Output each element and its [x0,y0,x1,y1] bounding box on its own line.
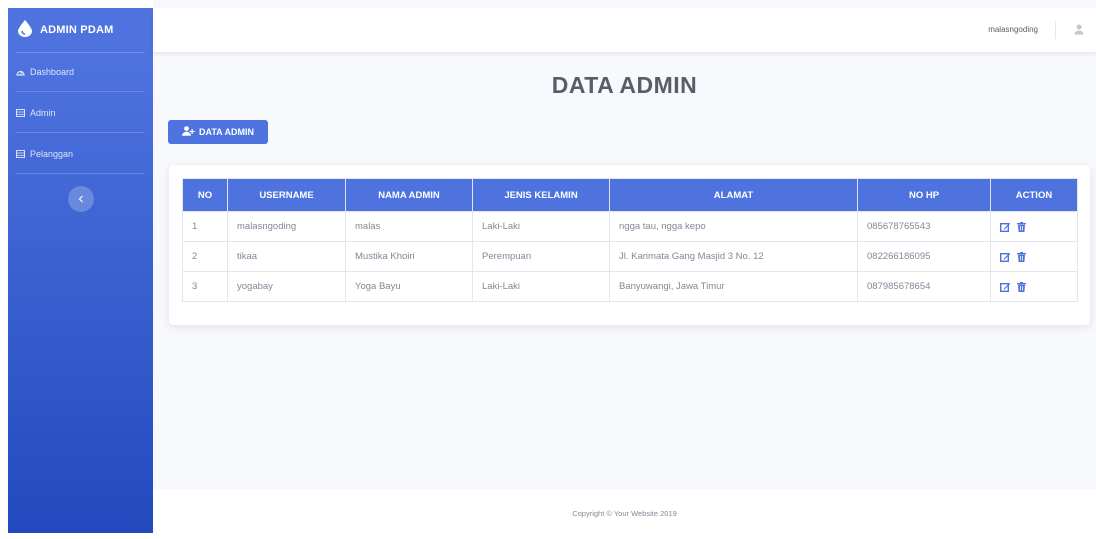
edit-icon[interactable] [1000,252,1011,262]
chevron-left-icon [78,190,84,208]
add-admin-button[interactable]: DATA ADMIN [168,120,268,144]
table-icon [16,150,25,158]
cell-alamat: ngga tau, ngga kepo [609,211,858,242]
sidebar-divider [16,173,145,174]
table-row: 2 tikaa Mustika Khoiri Perempuan Jl. Kar… [182,241,1078,272]
cell-username: tikaa [227,241,346,272]
table-icon [16,109,25,117]
cell-alamat: Banyuwangi, Jawa Timur [609,271,858,302]
sidebar: ADMIN PDAM Dashboard Admin Pelanggan [8,8,153,533]
topbar-username[interactable]: malasngoding [988,8,1038,52]
cell-nama-admin: Yoga Bayu [345,271,473,302]
cell-action [990,241,1078,272]
admin-table-card: NO USERNAME NAMA ADMIN JENIS KELAMIN ALA… [169,165,1090,325]
sidebar-item-dashboard[interactable]: Dashboard [8,53,153,91]
table-row: 3 yogabay Yoga Bayu Laki-Laki Banyuwangi… [182,271,1078,302]
topbar: malasngoding [153,8,1096,52]
trash-icon[interactable] [1017,281,1026,292]
header-no: NO [182,178,228,212]
cell-username: malasngoding [227,211,346,242]
sidebar-item-admin[interactable]: Admin [8,94,153,132]
sidebar-divider [16,132,145,133]
trash-icon[interactable] [1017,251,1026,262]
cell-action [990,271,1078,302]
sidebar-toggle-button[interactable] [67,186,94,212]
footer: Copyright © Your Website 2019 [153,489,1096,533]
user-icon[interactable] [1074,22,1084,40]
trash-icon[interactable] [1017,221,1026,232]
cell-username: yogabay [227,271,346,302]
header-alamat: ALAMAT [609,178,858,212]
cell-jenis-kelamin: Perempuan [472,241,610,272]
edit-icon[interactable] [1000,282,1011,292]
row-actions [1000,281,1068,292]
topbar-divider [1055,21,1056,39]
cell-no-hp: 087985678654 [857,271,991,302]
main-content: malasngoding DATA ADMIN DATA ADMIN NO US… [153,0,1096,533]
sidebar-brand[interactable]: ADMIN PDAM [8,8,153,52]
add-admin-label: DATA ADMIN [199,127,254,137]
cell-action [990,211,1078,242]
dashboard-icon [16,68,25,76]
sidebar-divider [16,91,145,92]
row-actions [1000,251,1068,262]
cell-no: 2 [182,241,228,272]
sidebar-item-label: Pelanggan [30,149,74,159]
sidebar-item-label: Admin [30,108,56,118]
cell-no-hp: 082266186095 [857,241,991,272]
admin-table: NO USERNAME NAMA ADMIN JENIS KELAMIN ALA… [182,178,1078,302]
footer-copyright: Copyright © Your Website 2019 [572,509,677,518]
cell-jenis-kelamin: Laki-Laki [472,271,610,302]
cell-no: 3 [182,271,228,302]
brand-name: ADMIN PDAM [40,24,114,36]
edit-icon[interactable] [1000,222,1011,232]
cell-alamat: Jl. Karimata Gang Masjid 3 No. 12 [609,241,858,272]
header-jenis-kelamin: JENIS KELAMIN [472,178,610,212]
sidebar-item-pelanggan[interactable]: Pelanggan [8,135,153,173]
cell-no: 1 [182,211,228,242]
sidebar-item-label: Dashboard [30,67,75,77]
cell-no-hp: 085678765543 [857,211,991,242]
row-actions [1000,221,1068,232]
user-plus-icon [182,126,195,138]
header-no-hp: NO HP [857,178,991,212]
header-nama-admin: NAMA ADMIN [345,178,473,212]
header-username: USERNAME [227,178,346,212]
sidebar-toggle-wrap [8,186,153,212]
cell-jenis-kelamin: Laki-Laki [472,211,610,242]
page-title: DATA ADMIN [551,72,698,98]
cell-nama-admin: malas [345,211,473,242]
header-action: ACTION [990,178,1078,212]
table-row: 1 malasngoding malas Laki-Laki ngga tau,… [182,211,1078,242]
table-header-row: NO USERNAME NAMA ADMIN JENIS KELAMIN ALA… [182,178,1078,212]
cell-nama-admin: Mustika Khoiri [345,241,473,272]
water-drop-icon [18,20,40,40]
